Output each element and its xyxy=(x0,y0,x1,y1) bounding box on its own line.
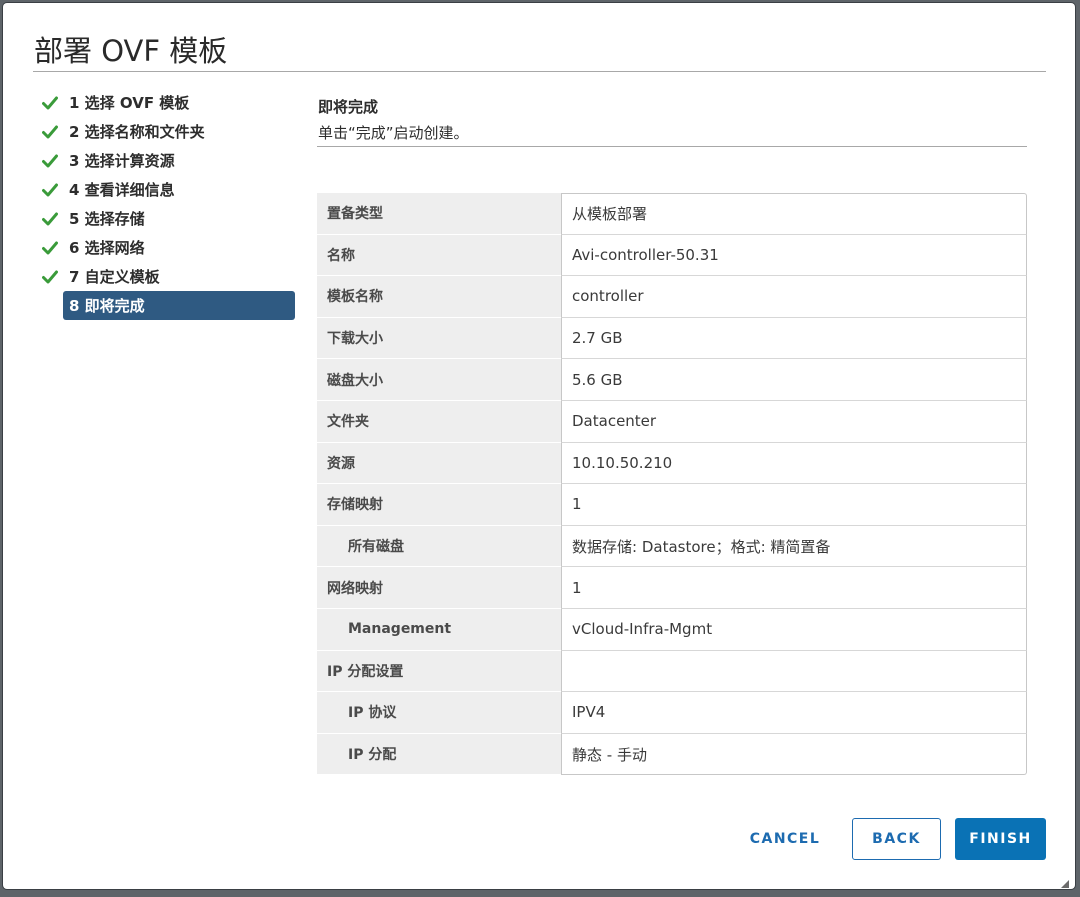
row-key: 磁盘大小 xyxy=(317,359,561,401)
check-icon xyxy=(41,152,58,169)
check-icon xyxy=(41,268,58,285)
step-label: 3 选择计算资源 xyxy=(69,152,175,170)
row-key: 名称 xyxy=(317,234,561,277)
step-label: 7 自定义模板 xyxy=(69,268,160,286)
row-key: 模板名称 xyxy=(317,276,561,318)
section-title: 即将完成 xyxy=(318,98,379,116)
row-value: controller xyxy=(561,276,1027,318)
step-3[interactable]: 3 选择计算资源 xyxy=(41,146,295,175)
title-divider xyxy=(33,71,1046,72)
back-button[interactable]: BACK xyxy=(852,818,941,860)
step-label: 8 即将完成 xyxy=(69,297,145,315)
row-value: 2.7 GB xyxy=(561,317,1027,360)
table-row: IP 协议 IPV4 xyxy=(317,692,1027,734)
step-8-active[interactable]: 8 即将完成 xyxy=(63,291,295,320)
row-key: IP 分配 xyxy=(317,733,561,776)
step-label: 1 选择 OVF 模板 xyxy=(69,94,190,112)
check-icon xyxy=(41,239,58,256)
table-row: 磁盘大小 5.6 GB xyxy=(317,359,1027,401)
row-key: 所有磁盘 xyxy=(317,525,561,568)
step-label: 4 查看详细信息 xyxy=(69,181,175,199)
row-key: Management xyxy=(317,608,561,651)
row-value: 10.10.50.210 xyxy=(561,442,1027,485)
row-key: 文件夹 xyxy=(317,400,561,443)
table-row: 模板名称 controller xyxy=(317,276,1027,318)
table-row: IP 分配 静态 - 手动 xyxy=(317,733,1027,776)
cancel-button[interactable]: CANCEL xyxy=(741,818,829,860)
deploy-ovf-dialog: 部署 OVF 模板 1 选择 OVF 模板 2 选择名称和文件夹 3 选择计算资… xyxy=(3,3,1075,889)
step-5[interactable]: 5 选择存储 xyxy=(41,204,295,233)
step-7[interactable]: 7 自定义模板 xyxy=(41,262,295,291)
step-4[interactable]: 4 查看详细信息 xyxy=(41,175,295,204)
row-key: IP 协议 xyxy=(317,692,561,734)
table-row: 所有磁盘 数据存储: Datastore；格式: 精简置备 xyxy=(317,525,1027,568)
row-value: Datacenter xyxy=(561,400,1027,443)
step-1[interactable]: 1 选择 OVF 模板 xyxy=(41,88,295,117)
dialog-title: 部署 OVF 模板 xyxy=(34,34,228,68)
step-label: 2 选择名称和文件夹 xyxy=(69,123,205,141)
step-label: 6 选择网络 xyxy=(69,239,145,257)
step-label: 5 选择存储 xyxy=(69,210,145,228)
row-value: IPV4 xyxy=(561,692,1027,734)
table-row: 置备类型 从模板部署 xyxy=(317,193,1027,235)
step-6[interactable]: 6 选择网络 xyxy=(41,233,295,262)
row-value xyxy=(561,650,1027,693)
row-value: 1 xyxy=(561,567,1027,609)
row-key: 资源 xyxy=(317,442,561,485)
check-icon xyxy=(41,94,58,111)
table-row: 名称 Avi-controller-50.31 xyxy=(317,234,1027,277)
row-key: 下载大小 xyxy=(317,317,561,360)
row-value: 数据存储: Datastore；格式: 精简置备 xyxy=(561,525,1027,568)
finish-button[interactable]: FINISH xyxy=(955,818,1046,860)
summary-table: 置备类型 从模板部署 名称 Avi-controller-50.31 模板名称 … xyxy=(317,193,1027,776)
row-key: 网络映射 xyxy=(317,567,561,609)
resize-grip-icon[interactable] xyxy=(1059,873,1069,888)
table-row: 存储映射 1 xyxy=(317,484,1027,526)
row-value: 1 xyxy=(561,484,1027,526)
section-divider xyxy=(317,146,1027,147)
check-icon xyxy=(41,210,58,227)
row-value: Avi-controller-50.31 xyxy=(561,234,1027,277)
table-row: 文件夹 Datacenter xyxy=(317,400,1027,443)
check-icon xyxy=(41,123,58,140)
check-icon xyxy=(41,181,58,198)
row-value: vCloud-Infra-Mgmt xyxy=(561,608,1027,651)
table-row: IP 分配设置 xyxy=(317,650,1027,693)
row-key: 置备类型 xyxy=(317,193,561,235)
step-2[interactable]: 2 选择名称和文件夹 xyxy=(41,117,295,146)
wizard-steps: 1 选择 OVF 模板 2 选择名称和文件夹 3 选择计算资源 4 查看详细信息… xyxy=(41,88,295,320)
table-row: Management vCloud-Infra-Mgmt xyxy=(317,608,1027,651)
row-value: 静态 - 手动 xyxy=(561,733,1027,776)
row-value: 从模板部署 xyxy=(561,193,1027,235)
row-value: 5.6 GB xyxy=(561,359,1027,401)
table-row: 资源 10.10.50.210 xyxy=(317,442,1027,485)
table-row: 网络映射 1 xyxy=(317,567,1027,609)
row-key: IP 分配设置 xyxy=(317,650,561,693)
row-key: 存储映射 xyxy=(317,484,561,526)
section-description: 单击“完成”启动创建。 xyxy=(318,124,469,142)
table-row: 下载大小 2.7 GB xyxy=(317,317,1027,360)
